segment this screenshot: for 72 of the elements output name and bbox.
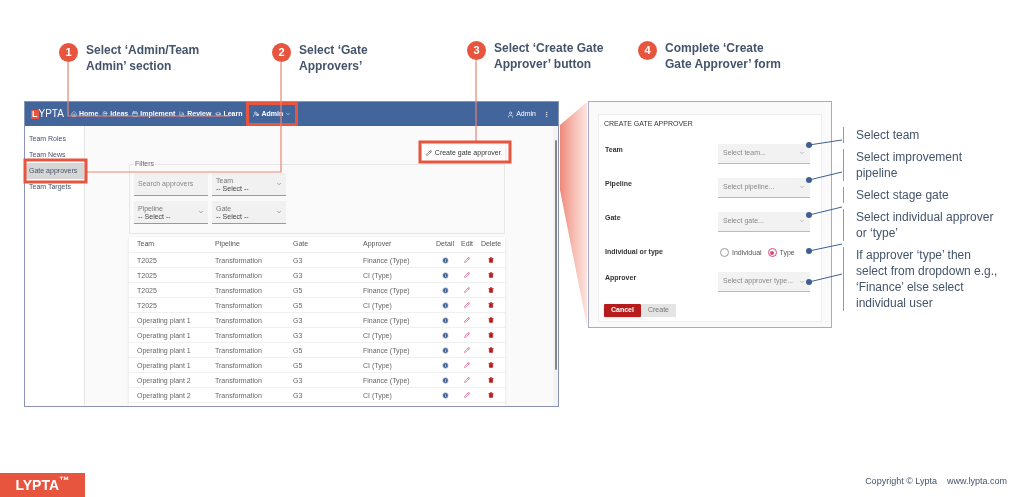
note-text: Select stage gate xyxy=(843,187,999,203)
note-text: If approver ‘type’ then select from dropdown e.g., ‘Finance’ else select individual user xyxy=(843,247,999,311)
radio-button[interactable] xyxy=(720,248,729,258)
pencil-icon[interactable] xyxy=(464,377,470,383)
step-number: 3 xyxy=(467,41,486,60)
website-link[interactable]: www.lypta.com xyxy=(946,474,1007,488)
trash-icon[interactable] xyxy=(488,272,494,278)
caret-icon xyxy=(285,111,292,117)
trash-icon[interactable] xyxy=(488,362,494,368)
user-icon xyxy=(507,110,515,118)
caret-icon xyxy=(799,218,805,224)
leader-line xyxy=(806,243,843,254)
info-icon[interactable] xyxy=(441,301,449,309)
pencil-icon[interactable] xyxy=(464,272,470,278)
radio-button[interactable] xyxy=(767,248,777,258)
trash-icon[interactable] xyxy=(488,287,494,293)
leader-line xyxy=(806,139,843,148)
note-text: Select individual approver or ‘type’ xyxy=(843,209,999,241)
leader-line xyxy=(806,206,843,218)
info-icon[interactable] xyxy=(441,391,449,399)
trash-icon[interactable] xyxy=(488,317,494,323)
info-icon[interactable] xyxy=(441,346,449,354)
info-icon[interactable] xyxy=(441,271,449,279)
chart-icon xyxy=(179,111,186,117)
note-text: Select team xyxy=(843,127,999,143)
step-text: Select ‘Gate Approvers’ xyxy=(299,42,369,74)
pencil-icon[interactable] xyxy=(464,317,470,323)
pin-icon xyxy=(102,111,109,117)
info-icon[interactable] xyxy=(441,286,449,294)
calendar-icon xyxy=(132,111,139,117)
caret-icon xyxy=(198,209,204,215)
leader-line xyxy=(806,273,843,285)
caret-icon xyxy=(799,150,805,156)
pencil-icon[interactable] xyxy=(464,332,470,338)
caret-icon xyxy=(799,184,805,190)
pencil-icon[interactable] xyxy=(464,362,470,368)
info-icon[interactable] xyxy=(441,256,449,264)
trash-icon[interactable] xyxy=(488,392,494,398)
pencil-icon[interactable] xyxy=(464,392,470,398)
step-number: 2 xyxy=(272,43,291,62)
copyright-text: Copyright © Lypta xyxy=(865,474,937,488)
step-text: Select ‘Admin/Team Admin’ section xyxy=(86,42,201,74)
pencil-icon[interactable] xyxy=(464,257,470,263)
step-text: Complete ‘Create Gate Approver’ form xyxy=(665,40,783,72)
pencil-icon[interactable] xyxy=(464,302,470,308)
note-text: Select improvement pipeline xyxy=(843,149,999,181)
highlight-frame xyxy=(23,158,88,184)
user-gear-icon xyxy=(253,111,260,117)
graduation-cap-icon xyxy=(215,111,222,117)
caret-icon xyxy=(799,278,805,285)
info-icon[interactable] xyxy=(441,331,449,339)
info-icon[interactable] xyxy=(441,316,449,324)
leader-line xyxy=(806,171,843,183)
info-icon[interactable] xyxy=(441,376,449,384)
pencil-icon xyxy=(425,150,432,156)
caret-icon xyxy=(276,181,282,187)
pencil-icon[interactable] xyxy=(464,287,470,293)
trash-icon[interactable] xyxy=(488,257,494,263)
trash-icon[interactable] xyxy=(488,377,494,383)
trash-icon[interactable] xyxy=(488,302,494,308)
trash-icon[interactable] xyxy=(488,332,494,338)
pencil-icon[interactable] xyxy=(464,347,470,353)
home-icon xyxy=(70,111,77,117)
scrollbar[interactable] xyxy=(553,126,558,406)
info-icon[interactable] xyxy=(441,361,449,369)
step-number: 1 xyxy=(59,43,78,62)
caret-icon xyxy=(276,209,282,215)
logo: LYPTA xyxy=(31,109,64,119)
trash-icon[interactable] xyxy=(488,347,494,353)
footer-logo: LYPTA$^{™}$ xyxy=(0,473,85,497)
step-text: Select ‘Create Gate Approver’ button xyxy=(494,40,605,72)
step-number: 4 xyxy=(638,41,657,60)
